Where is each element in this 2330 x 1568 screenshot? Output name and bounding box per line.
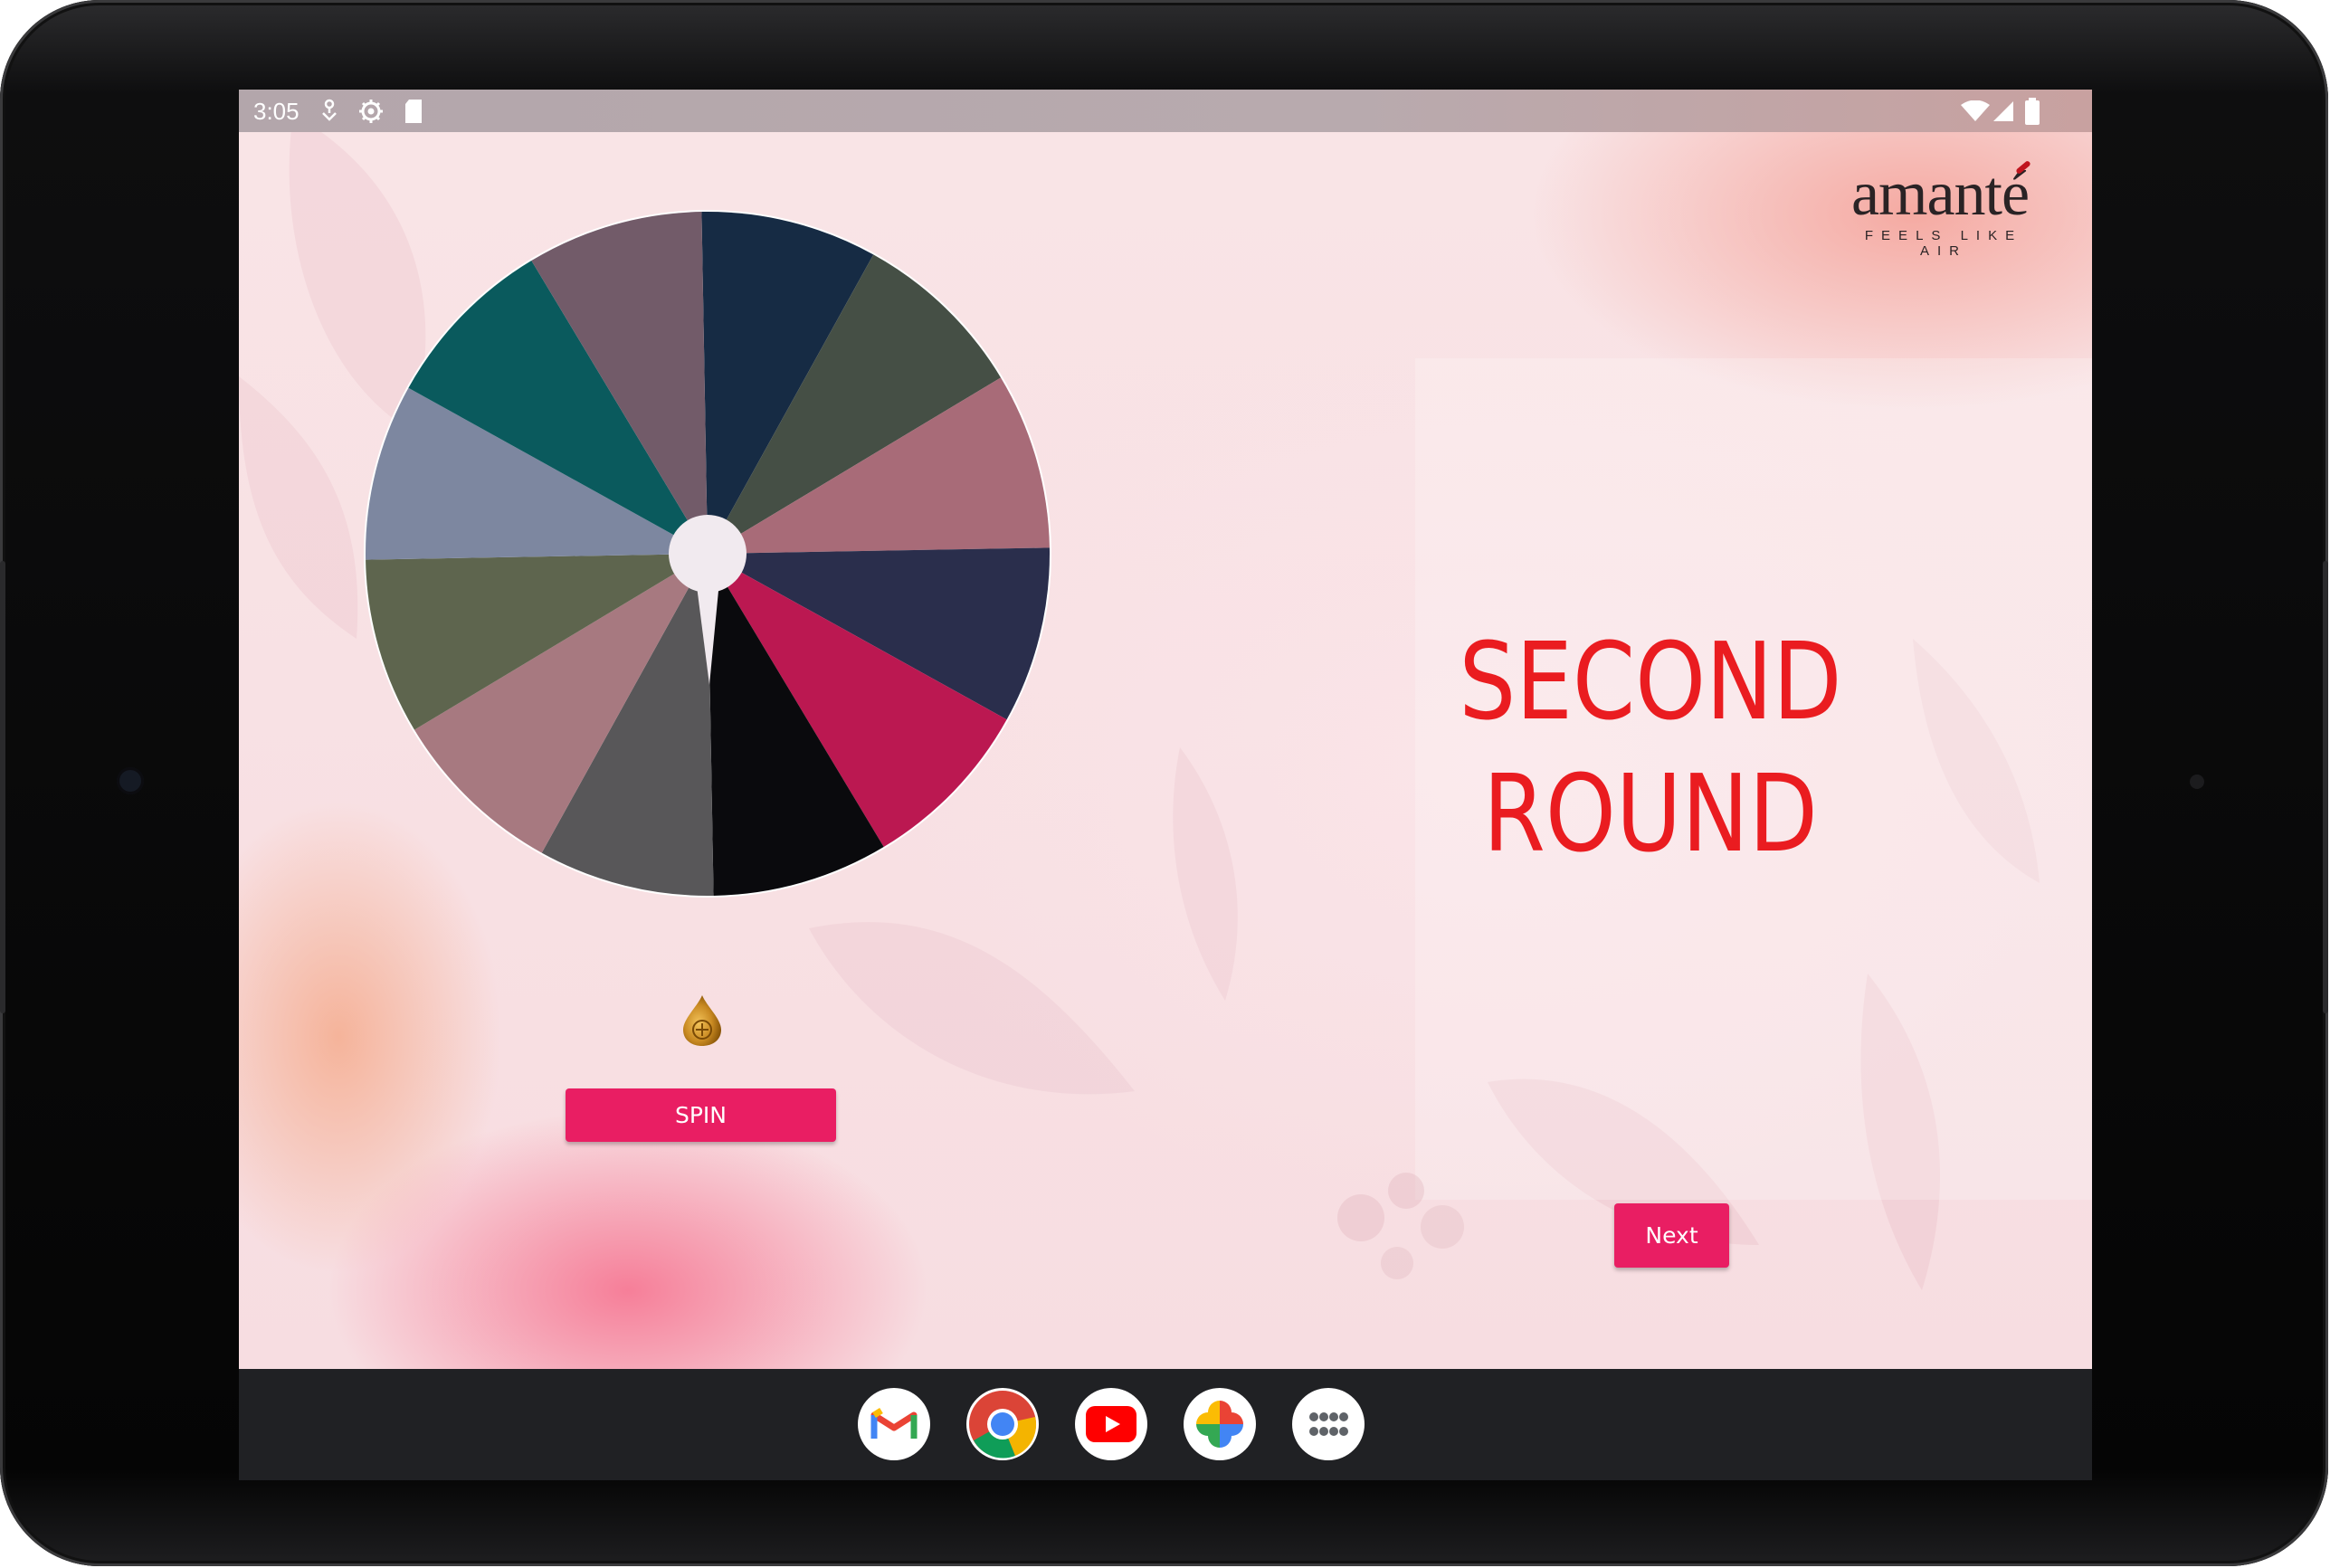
sensor-dot <box>2190 774 2204 789</box>
amante-logo: amanté FEELS LIKE AIR <box>1831 159 2049 259</box>
front-camera <box>117 767 144 794</box>
round-title: SECOND ROUND <box>1453 615 1849 879</box>
sd-card-icon <box>405 100 422 123</box>
gold-drop-pointer-icon <box>683 995 721 1046</box>
google-photos-icon[interactable] <box>1184 1388 1256 1460</box>
cellular-signal-icon <box>1993 101 2013 121</box>
game-screen: amanté FEELS LIKE AIR SPIN SECOND ROUND … <box>239 132 2092 1369</box>
side-button-right <box>2323 561 2328 1013</box>
round-title-line-1: SECOND <box>1459 619 1842 744</box>
screen: 3:05 amanté FEELS LIKE AIR SPIN SECOND R… <box>239 90 2092 1480</box>
wifi-icon <box>1961 100 1990 121</box>
prize-wheel[interactable] <box>361 207 1054 900</box>
gmail-icon[interactable] <box>858 1388 930 1460</box>
status-time: 3:05 <box>253 98 300 125</box>
settings-gear-icon <box>359 100 383 123</box>
next-button[interactable]: Next <box>1614 1203 1729 1268</box>
side-button-left <box>0 561 5 1013</box>
dock-bar <box>239 1369 2092 1480</box>
spin-button[interactable]: SPIN <box>566 1088 836 1142</box>
location-icon <box>322 99 337 121</box>
logo-tagline: FEELS LIKE AIR <box>1864 228 2023 259</box>
round-title-line-2: ROUND <box>1483 751 1818 876</box>
status-bar: 3:05 <box>239 90 2092 132</box>
battery-icon <box>2025 98 2040 125</box>
youtube-icon[interactable] <box>1075 1388 1147 1460</box>
chrome-icon[interactable] <box>966 1388 1039 1460</box>
app-drawer-icon[interactable] <box>1292 1388 1365 1460</box>
wheel-hub <box>669 515 747 593</box>
